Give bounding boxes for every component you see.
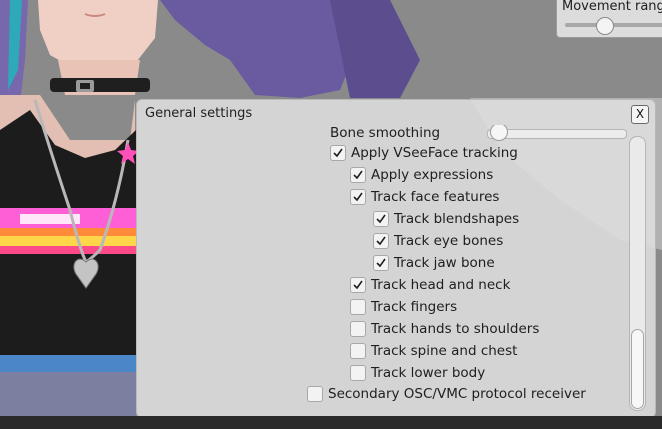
movement-range-label: Movement range <box>562 0 662 14</box>
setting-label: Track face features <box>371 189 500 205</box>
checkmark-icon <box>353 192 363 202</box>
dialog-title: General settings <box>145 106 253 121</box>
setting-label: Track head and neck <box>371 277 511 293</box>
checkmark-icon <box>353 280 363 290</box>
settings-scroll-content: Bone smoothing Apply VSeeFace tracking Ap… <box>137 125 629 417</box>
setting-checkbox[interactable] <box>373 255 389 271</box>
setting-row[interactable]: Track blendshapes <box>373 209 519 229</box>
checkmark-icon <box>376 236 386 246</box>
vertical-scrollbar[interactable] <box>629 136 646 411</box>
setting-checkbox[interactable] <box>350 189 366 205</box>
checkmark-icon <box>376 258 386 268</box>
bone-smoothing-slider-track[interactable] <box>487 129 627 139</box>
setting-label: Apply VSeeFace tracking <box>351 145 518 161</box>
movement-range-slider-thumb[interactable] <box>595 17 614 35</box>
setting-row[interactable]: Secondary OSC/VMC protocol receiver <box>307 384 586 404</box>
setting-label: Track hands to shoulders <box>371 321 540 337</box>
setting-label: Track fingers <box>371 299 458 315</box>
setting-label: Track lower body <box>371 365 486 381</box>
movement-range-panel: Movement range <box>556 0 662 38</box>
setting-row[interactable]: Track head and neck <box>350 275 510 295</box>
bone-smoothing-label: Bone smoothing <box>330 125 441 141</box>
setting-checkbox[interactable] <box>350 277 366 293</box>
setting-label: Track eye bones <box>394 233 504 249</box>
setting-checkbox[interactable] <box>350 167 366 183</box>
setting-label: Track blendshapes <box>394 211 520 227</box>
setting-checkbox[interactable] <box>350 321 366 337</box>
movement-range-slider-track[interactable] <box>565 23 662 27</box>
general-settings-dialog: General settings X Bone smoothing Apply … <box>136 99 656 418</box>
setting-row[interactable]: Track eye bones <box>373 231 503 251</box>
setting-row[interactable]: Track face features <box>350 187 499 207</box>
setting-row[interactable]: Track fingers <box>350 297 457 317</box>
scrollbar-thumb[interactable] <box>631 329 644 409</box>
setting-checkbox[interactable] <box>330 145 346 161</box>
setting-label: Track spine and chest <box>371 343 518 359</box>
setting-row[interactable]: Track jaw bone <box>373 253 495 273</box>
setting-label: Apply expressions <box>371 167 494 183</box>
bone-smoothing-row: Bone smoothing <box>330 125 440 143</box>
setting-checkbox[interactable] <box>307 386 323 402</box>
setting-checkbox[interactable] <box>350 343 366 359</box>
checkmark-icon <box>333 148 343 158</box>
setting-checkbox[interactable] <box>373 211 389 227</box>
checkmark-icon <box>376 214 386 224</box>
close-button[interactable]: X <box>631 105 649 124</box>
setting-checkbox[interactable] <box>373 233 389 249</box>
setting-row[interactable]: Track spine and chest <box>350 341 517 361</box>
setting-row[interactable]: Track lower body <box>350 363 485 383</box>
setting-label: Track jaw bone <box>394 255 495 271</box>
setting-checkbox[interactable] <box>350 365 366 381</box>
bottom-bar <box>0 416 662 429</box>
setting-row[interactable]: Apply expressions <box>350 165 493 185</box>
setting-row[interactable]: Apply VSeeFace tracking <box>330 143 518 163</box>
setting-checkbox[interactable] <box>350 299 366 315</box>
checkmark-icon <box>353 170 363 180</box>
setting-label: Secondary OSC/VMC protocol receiver <box>328 386 586 402</box>
setting-row[interactable]: Track hands to shoulders <box>350 319 539 339</box>
